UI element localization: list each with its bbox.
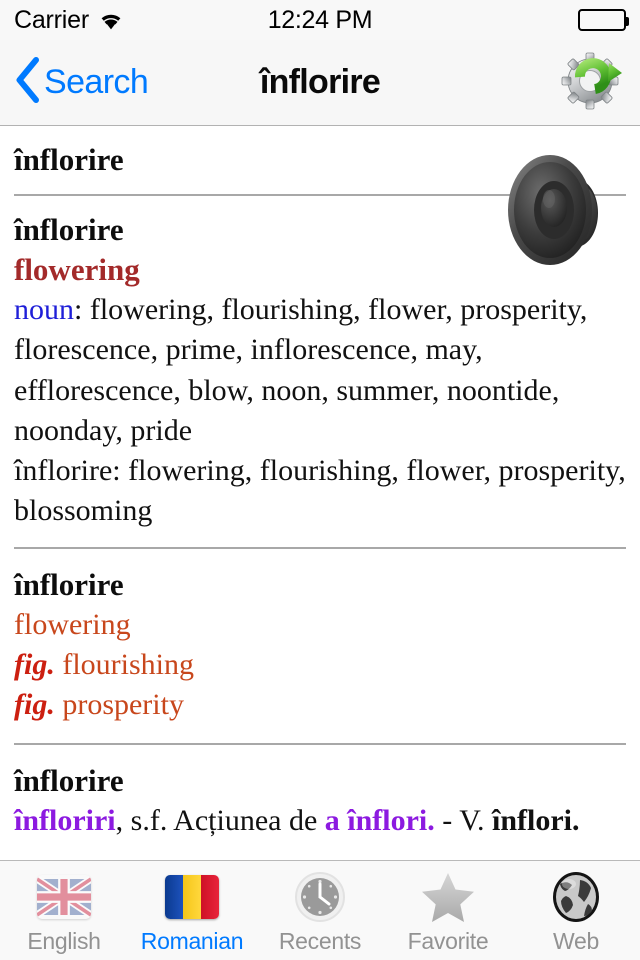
clock-label: 12:24 PM bbox=[267, 5, 373, 34]
definition-crossref[interactable]: a înflori. bbox=[325, 804, 435, 837]
definition-scroll-area[interactable]: înflorire înflorire flowering noun: flow… bbox=[0, 127, 640, 960]
status-bar-right bbox=[578, 9, 629, 31]
pronounce-button[interactable] bbox=[504, 151, 612, 269]
headword: înflorire bbox=[14, 567, 124, 603]
speaker-icon bbox=[504, 155, 612, 273]
entry-section: înflorire flowering fig. flourishing fig… bbox=[0, 565, 640, 725]
sense-marker: fig. bbox=[14, 648, 55, 682]
part-of-speech-label: noun bbox=[14, 293, 74, 327]
tab-bar: English Romanian Recents Favorite Web bbox=[0, 860, 640, 960]
nav-bar: Search înflorire bbox=[0, 40, 640, 126]
tab-label: Romanian bbox=[140, 928, 244, 954]
synonym-block: noun: flowering, flourishing, flower, pr… bbox=[14, 290, 626, 451]
clock-icon bbox=[294, 870, 346, 924]
status-bar: Carrier 12:24 PM bbox=[0, 0, 640, 40]
definition-inflection: înfloriri bbox=[14, 804, 116, 838]
sense-line: fig. prosperity bbox=[14, 685, 626, 725]
tab-label: Recents bbox=[278, 928, 362, 954]
tab-english[interactable]: English bbox=[0, 861, 128, 960]
entry-section: înflorire înfloriri, s.f. Acțiunea de a … bbox=[0, 761, 640, 841]
headword: înflorire bbox=[14, 763, 124, 799]
sense-text: flourishing bbox=[54, 648, 194, 682]
definition-text: - V. bbox=[434, 804, 493, 838]
secondary-translation-line: înflorire: flowering, flourishing, flowe… bbox=[14, 454, 626, 528]
page-title: înflorire bbox=[259, 63, 381, 101]
definition-text: , s.f. Acțiunea de bbox=[115, 804, 325, 838]
tab-label: Favorite bbox=[407, 928, 489, 954]
tab-web[interactable]: Web bbox=[512, 861, 640, 960]
tab-recents[interactable]: Recents bbox=[256, 861, 384, 960]
sense-line: fig. flourishing bbox=[14, 645, 626, 685]
uk-flag-icon bbox=[37, 870, 91, 924]
sense-line: flowering bbox=[14, 605, 626, 645]
romania-flag-icon bbox=[165, 870, 219, 924]
globe-icon bbox=[550, 870, 602, 924]
app-root: Carrier 12:24 PM Search înflorire înflor… bbox=[0, 0, 640, 960]
tab-label: Web bbox=[553, 928, 599, 954]
definition-line: înfloriri, s.f. Acțiunea de a înflori. -… bbox=[14, 801, 626, 841]
synonym-list: flowering, flourishing, flower, prosperi… bbox=[14, 293, 588, 447]
definition-see-also: înflori. bbox=[492, 804, 580, 838]
gear-refresh-button[interactable] bbox=[556, 47, 628, 119]
battery-full-icon bbox=[578, 9, 629, 31]
sense-text: prosperity bbox=[54, 688, 184, 722]
sense-text: flowering bbox=[14, 608, 131, 642]
gear-refresh-icon bbox=[559, 47, 625, 118]
tab-favorite[interactable]: Favorite bbox=[384, 861, 512, 960]
tab-romanian[interactable]: Romanian bbox=[128, 861, 256, 960]
tab-label: English bbox=[27, 928, 101, 954]
star-icon bbox=[420, 870, 476, 924]
sense-marker: fig. bbox=[14, 688, 55, 722]
